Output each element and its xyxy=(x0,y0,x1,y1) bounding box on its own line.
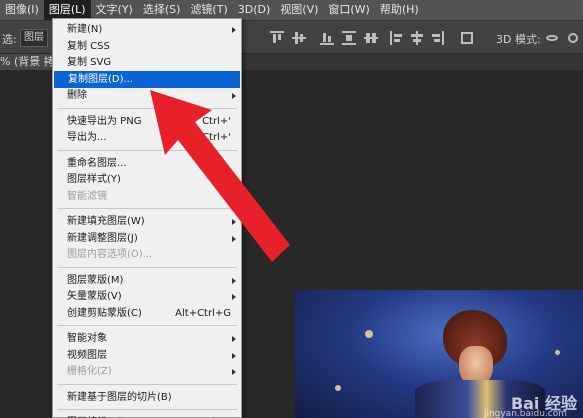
sparkle-1 xyxy=(365,330,373,338)
menu-separator xyxy=(57,149,237,151)
layer-menu-item: 智能滤镜 xyxy=(53,188,241,205)
layer-menu-item[interactable]: 复制图层(D)... xyxy=(54,70,240,88)
menu-separator xyxy=(57,383,237,385)
distribute-right-icon[interactable] xyxy=(430,31,444,45)
3d-roll-icon[interactable] xyxy=(566,31,580,45)
menu-item-5[interactable]: 3D(D) xyxy=(233,0,276,20)
distribute-top-icon[interactable] xyxy=(342,31,356,45)
menu-bar: 图像(I) 图层(L) 文字(Y) 选择(S) 滤镜(T) 3D(D) 视图(V) 窗口(W)… xyxy=(0,0,583,20)
menu-item-label: 复制 SVG xyxy=(67,57,112,68)
menu-item-3[interactable]: 选择(S) xyxy=(138,0,186,20)
menu-separator xyxy=(57,266,237,268)
menu-item-label: 重命名图层... xyxy=(67,157,127,169)
layer-menu-dropdown: 新建(N) 复制 CSS 复制 SVG 复制图层(D)... 删除快速导出为 PNG Ct… xyxy=(52,18,242,418)
menu-separator xyxy=(57,409,237,410)
distribute-left-icon[interactable] xyxy=(390,31,404,45)
layer-menu-item[interactable]: 新建基于图层的切片(B) xyxy=(53,389,241,406)
submenu-arrow-icon xyxy=(232,352,236,359)
layer-menu-item[interactable]: 复制 CSS xyxy=(53,38,241,55)
options-left-label: 选: xyxy=(2,33,17,46)
menu-separator xyxy=(57,325,237,326)
submenu-arrow-icon xyxy=(232,277,236,284)
layer-menu-item[interactable]: 创建剪贴蒙版(C) Alt+Ctrl+G xyxy=(53,305,241,322)
layer-menu-item[interactable]: 智能对象 xyxy=(53,330,241,347)
layer-menu-item[interactable]: 复制 SVG xyxy=(53,54,241,71)
submenu-arrow-icon xyxy=(232,27,236,33)
layer-menu-item[interactable]: 新建(N) xyxy=(53,21,241,38)
layer-menu-item[interactable]: 快速导出为 PNG Ctrl+' xyxy=(53,113,241,130)
menu-item-label: 智能滤镜 xyxy=(67,190,107,202)
submenu-arrow-icon xyxy=(232,93,236,99)
menu-layer[interactable]: 图层(L) xyxy=(43,0,91,20)
submenu-arrow-icon xyxy=(232,294,236,300)
menu-item-label: 视频图层 xyxy=(67,349,107,361)
artwork-image: Bai 经验 jingyan.baidu.com xyxy=(295,290,583,418)
align-vcenter-icon[interactable] xyxy=(292,31,306,45)
menu-item-label: 智能对象 xyxy=(67,333,107,344)
align-bottom-icon[interactable] xyxy=(320,31,334,45)
3d-orbit-icon[interactable] xyxy=(545,31,559,45)
3d-mode-label: 3D 模式: xyxy=(496,33,541,46)
watermark-url: jingyan.baidu.com xyxy=(483,409,567,418)
menu-item-label: 图层内容选项(O)... xyxy=(67,249,153,260)
align-top-icon[interactable] xyxy=(270,31,284,45)
menu-item-label: 快速导出为 PNG xyxy=(67,115,142,127)
menu-item-label: 图层编组(G) xyxy=(67,414,123,418)
submenu-arrow-icon xyxy=(232,219,236,225)
layer-menu-item: 栅格化(Z) xyxy=(53,363,241,380)
menu-item-label: 新建调整图层(J) xyxy=(67,232,138,244)
menu-item-8[interactable]: 帮助(H) xyxy=(375,0,424,20)
layer-menu-item[interactable]: 导出为... Ctrl+' xyxy=(53,129,241,146)
menu-item-label: 创建剪贴蒙版(C) xyxy=(67,307,142,319)
menu-item-label: 新建基于图层的切片(B) xyxy=(67,391,172,403)
menu-item-shortcut: Ctrl+G xyxy=(197,414,231,418)
menu-item-label: 删除 xyxy=(67,90,87,101)
menu-item-shortcut: Ctrl+' xyxy=(202,115,231,127)
menu-item-label: 复制 CSS xyxy=(67,40,110,52)
menu-item-shortcut: Alt+Ctrl+G xyxy=(175,307,231,319)
menu-item-2[interactable]: 文字(Y) xyxy=(91,0,138,20)
menu-item-label: 导出为... xyxy=(67,132,107,143)
layer-menu-item[interactable]: 新建调整图层(J) xyxy=(53,230,241,247)
auto-align-icon[interactable] xyxy=(460,31,474,45)
distribute-vcenter-icon[interactable] xyxy=(364,31,378,45)
layer-menu-item: 图层内容选项(O)... xyxy=(53,246,241,263)
layer-menu-item[interactable]: 矢量蒙版(V) xyxy=(53,288,241,305)
distribute-hcenter-icon[interactable] xyxy=(410,31,424,45)
menu-item-label: 图层样式(Y) xyxy=(67,174,121,185)
menu-separator xyxy=(57,107,237,109)
menu-item-label: 新建填充图层(W) xyxy=(67,216,145,227)
menu-item-label: 复制图层(D)... xyxy=(68,73,134,85)
layer-select-combo[interactable]: 图层 xyxy=(20,29,48,47)
layer-menu-item[interactable]: 重命名图层... xyxy=(53,155,241,172)
menu-item-4[interactable]: 滤镜(T) xyxy=(185,0,232,20)
menu-item-0[interactable]: 图像(I) xyxy=(0,0,44,20)
menu-item-6[interactable]: 视图(V) xyxy=(275,0,323,20)
photoshop-window: 图像(I) 图层(L) 文字(Y) 选择(S) 滤镜(T) 3D(D) 视图(V) 窗口(W)… xyxy=(0,0,583,418)
submenu-arrow-icon xyxy=(232,369,236,375)
layer-menu-item[interactable]: 删除 xyxy=(53,87,241,104)
menu-item-shortcut: Ctrl+' xyxy=(202,132,231,143)
submenu-arrow-icon xyxy=(232,235,236,242)
menu-item-label: 矢量蒙版(V) xyxy=(67,291,122,302)
layer-menu-item[interactable]: 图层编组(G) Ctrl+G xyxy=(53,414,241,418)
layer-menu-item[interactable]: 图层样式(Y) xyxy=(53,171,241,188)
submenu-arrow-icon xyxy=(232,336,236,342)
layer-menu-item[interactable]: 图层蒙版(M) xyxy=(53,272,241,289)
menu-item-label: 图层蒙版(M) xyxy=(67,274,124,286)
menu-item-label: 新建(N) xyxy=(67,24,103,35)
layer-menu-item[interactable]: 视频图层 xyxy=(53,347,241,364)
submenu-arrow-icon xyxy=(232,177,236,183)
menu-item-label: 栅格化(Z) xyxy=(67,366,112,377)
menu-separator xyxy=(57,208,237,209)
layer-menu-item[interactable]: 新建填充图层(W) xyxy=(53,213,241,230)
sparkle-3 xyxy=(555,350,560,355)
menu-item-7[interactable]: 窗口(W) xyxy=(323,0,374,20)
sparkle-2 xyxy=(335,385,341,391)
